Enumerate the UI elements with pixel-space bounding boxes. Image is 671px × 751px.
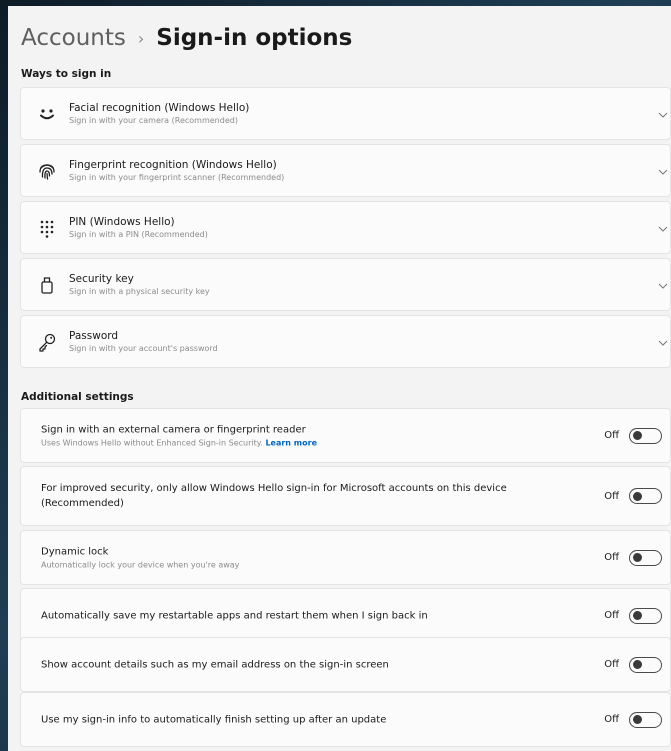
breadcrumb-separator: › xyxy=(137,28,145,48)
learn-more-link[interactable]: Learn more xyxy=(265,438,317,447)
toggle-switch[interactable] xyxy=(629,427,662,444)
toggle-knob xyxy=(633,611,642,620)
sign-in-option-security-key[interactable]: Security key Sign in with a physical sec… xyxy=(20,258,671,311)
setting-windows-hello-only: For improved security, only allow Window… xyxy=(20,466,671,526)
setting-title: Show account details such as my email ad… xyxy=(41,659,389,670)
chevron-down-icon[interactable] xyxy=(656,164,670,178)
toggle-knob xyxy=(633,553,642,562)
setting-subtitle: Automatically lock your device when you'… xyxy=(41,560,240,569)
option-title: Fingerprint recognition (Windows Hello) xyxy=(69,158,277,171)
sign-in-option-pin[interactable]: PIN (Windows Hello) Sign in with a PIN (… xyxy=(20,201,671,254)
chevron-down-icon[interactable] xyxy=(656,278,670,292)
setting-title: Use my sign-in info to automatically fin… xyxy=(41,714,387,725)
option-subtitle: Sign in with a physical security key xyxy=(69,286,210,296)
toggle-knob xyxy=(633,491,642,501)
face-icon xyxy=(35,102,59,126)
toggle-state-label: Off xyxy=(604,659,619,670)
toggle-state-label: Off xyxy=(604,714,619,725)
security-key-icon xyxy=(35,273,59,297)
password-key-icon xyxy=(35,330,59,354)
setting-dynamic-lock: Dynamic lock Automatically lock your dev… xyxy=(20,530,671,585)
chevron-down-icon[interactable] xyxy=(656,221,670,235)
toggle-state-label: Off xyxy=(604,490,619,502)
toggle-switch[interactable] xyxy=(629,656,662,673)
toggle-knob xyxy=(633,431,642,440)
setting-title: Automatically save my restartable apps a… xyxy=(41,610,428,621)
setting-title: Dynamic lock xyxy=(41,546,109,557)
sign-in-option-fingerprint-recognition[interactable]: Fingerprint recognition (Windows Hello) … xyxy=(20,144,671,197)
chevron-down-icon[interactable] xyxy=(656,107,670,121)
option-subtitle: Sign in with your fingerprint scanner (R… xyxy=(69,172,285,182)
setting-subtitle: Uses Windows Hello without Enhanced Sign… xyxy=(41,437,581,449)
toggle-state-label: Off xyxy=(604,430,619,441)
setting-show-account-details: Show account details such as my email ad… xyxy=(20,637,671,692)
breadcrumb: Accounts › Sign-in options xyxy=(21,18,352,58)
toggle-state-label: Off xyxy=(604,610,619,621)
option-title: Facial recognition (Windows Hello) xyxy=(69,101,250,114)
option-subtitle: Sign in with your camera (Recommended) xyxy=(69,115,238,125)
breadcrumb-accounts[interactable]: Accounts xyxy=(21,25,126,51)
toggle-switch[interactable] xyxy=(629,549,662,566)
setting-external-camera: Sign in with an external camera or finge… xyxy=(20,408,671,463)
toggle-switch[interactable] xyxy=(629,488,662,504)
chevron-down-icon[interactable] xyxy=(656,335,670,349)
toggle-knob xyxy=(633,660,642,669)
section-title-additional-settings: Additional settings xyxy=(21,391,134,403)
toggle-switch[interactable] xyxy=(629,711,662,728)
fingerprint-icon xyxy=(35,159,59,183)
page-title: Sign-in options xyxy=(156,25,353,51)
setting-subtitle-text: Uses Windows Hello without Enhanced Sign… xyxy=(41,438,263,447)
toggle-switch[interactable] xyxy=(629,607,662,624)
setting-finish-setup-after-update: Use my sign-in info to automatically fin… xyxy=(20,692,671,747)
sign-in-option-password[interactable]: Password Sign in with your account's pas… xyxy=(20,315,671,368)
setting-title: For improved security, only allow Window… xyxy=(41,483,507,509)
toggle-state-label: Off xyxy=(604,552,619,563)
toggle-knob xyxy=(633,715,642,724)
settings-window: Accounts › Sign-in options Ways to sign … xyxy=(8,6,671,751)
sign-in-option-facial-recognition[interactable]: Facial recognition (Windows Hello) Sign … xyxy=(20,87,671,140)
setting-title: Sign in with an external camera or finge… xyxy=(41,424,306,435)
option-title: Security key xyxy=(69,272,134,285)
option-subtitle: Sign in with a PIN (Recommended) xyxy=(69,229,208,239)
option-subtitle: Sign in with your account's password xyxy=(69,343,218,353)
option-title: PIN (Windows Hello) xyxy=(69,215,175,228)
pin-keypad-icon xyxy=(35,216,59,240)
section-title-ways-to-sign-in: Ways to sign in xyxy=(21,68,112,80)
option-title: Password xyxy=(69,329,119,342)
setting-restart-apps: Automatically save my restartable apps a… xyxy=(20,588,671,643)
